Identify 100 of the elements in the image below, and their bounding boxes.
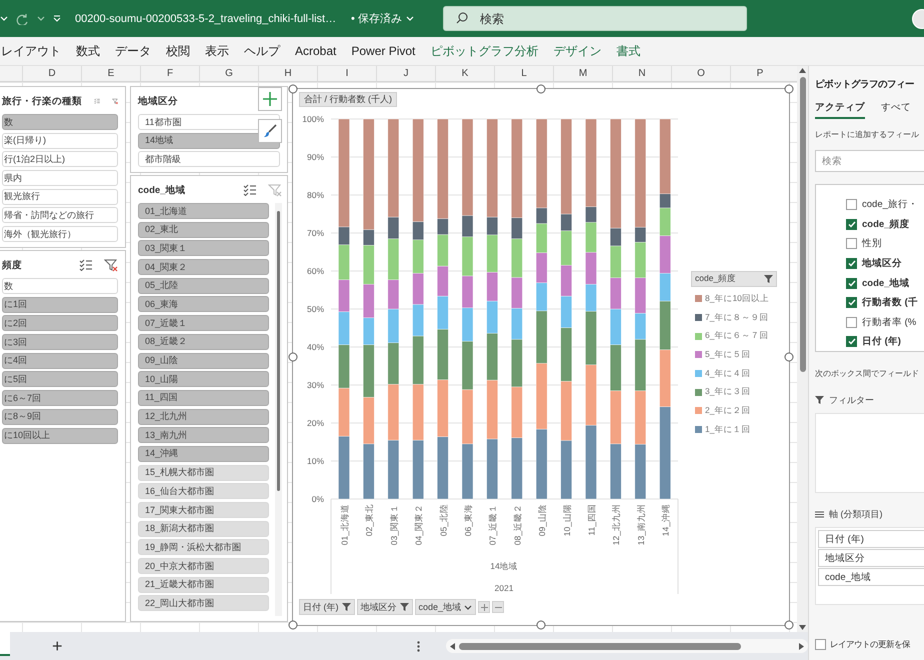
- column-header[interactable]: O: [671, 66, 730, 81]
- column-header[interactable]: L: [494, 66, 553, 81]
- checkbox[interactable]: [846, 297, 857, 308]
- axis-field-button[interactable]: code_地域: [414, 599, 476, 615]
- slicer-item[interactable]: 行(1泊2日以上): [2, 151, 118, 168]
- ribbon-tab[interactable]: 校閲: [166, 42, 190, 60]
- panel-tab[interactable]: アクティブ: [815, 101, 865, 119]
- resize-handle[interactable]: [288, 620, 298, 630]
- expand-field-button[interactable]: [478, 601, 490, 613]
- vertical-scrollbar[interactable]: [797, 66, 808, 632]
- resize-handle[interactable]: [288, 84, 298, 94]
- checkbox[interactable]: [846, 238, 857, 250]
- slicer-item[interactable]: 16_仙台大都市圏: [138, 483, 269, 500]
- column-header[interactable]: M: [553, 66, 612, 81]
- slicer-item[interactable]: 楽(日帰り): [2, 132, 118, 149]
- column-header[interactable]: E: [81, 66, 140, 81]
- slicer-item[interactable]: 21_近畿大都市圏: [138, 576, 269, 593]
- axis-field-item[interactable]: 地域区分: [818, 549, 924, 567]
- checkbox[interactable]: [815, 639, 826, 650]
- column-header[interactable]: D: [22, 66, 81, 81]
- resize-handle[interactable]: [288, 352, 298, 362]
- slicer-item[interactable]: 帰省・訪問などの旅行: [2, 207, 118, 224]
- axis-field-item[interactable]: 日付 (年): [818, 530, 924, 548]
- slicer-item[interactable]: 04_関東２: [138, 259, 269, 276]
- checkbox[interactable]: [846, 278, 857, 289]
- search-field[interactable]: 検索: [443, 6, 747, 31]
- more-options-icon[interactable]: [416, 640, 420, 652]
- column-header[interactable]: G: [199, 66, 258, 81]
- sheet-tab[interactable]: [0, 632, 10, 656]
- chart-elements-button[interactable]: [258, 87, 282, 111]
- axis-field-item[interactable]: code_地域: [818, 568, 924, 586]
- ribbon-tab[interactable]: デザイン: [553, 42, 602, 60]
- multi-select-icon[interactable]: [243, 184, 256, 196]
- slicer-item[interactable]: 03_関東１: [138, 240, 269, 256]
- slicer-item[interactable]: 数: [2, 114, 118, 130]
- slicer-item[interactable]: 海外（観光旅行）: [2, 226, 118, 242]
- horizontal-scrollbar[interactable]: [446, 639, 808, 653]
- resize-handle[interactable]: [536, 84, 546, 94]
- checkbox[interactable]: [846, 336, 857, 348]
- slicer-item[interactable]: 09_山陰: [138, 352, 269, 368]
- slicer-item[interactable]: 都市階級: [138, 151, 280, 167]
- panel-tab[interactable]: すべて: [881, 101, 911, 119]
- chart-styles-button[interactable]: [258, 119, 282, 143]
- slicer-item[interactable]: 15_札幌大都市圏: [138, 464, 269, 481]
- column-header[interactable]: I: [317, 66, 376, 81]
- ribbon-tab[interactable]: 表示: [205, 42, 229, 60]
- resize-handle[interactable]: [784, 84, 794, 94]
- slicer-item[interactable]: に8～9回: [2, 408, 118, 425]
- ribbon-tab[interactable]: レイアウト: [1, 42, 61, 60]
- slicer-item[interactable]: 17_関東大都市圏: [138, 502, 269, 518]
- column-header[interactable]: H: [258, 66, 317, 81]
- slicer-item[interactable]: に10回以上: [2, 428, 118, 444]
- resize-handle[interactable]: [784, 352, 794, 362]
- slicer-item[interactable]: 19_静岡・浜松大都市圏: [138, 539, 269, 556]
- checkbox[interactable]: [846, 316, 857, 328]
- slicer-item[interactable]: 01_北海道: [138, 203, 269, 219]
- slicer-item[interactable]: 18_新潟大都市圏: [138, 520, 269, 537]
- slicer-item[interactable]: に6～7回: [2, 390, 118, 406]
- ribbon-tab[interactable]: 書式: [616, 42, 640, 60]
- column-header[interactable]: F: [140, 66, 199, 81]
- column-header[interactable]: K: [435, 66, 494, 81]
- axis-field-button[interactable]: 地域区分: [356, 599, 412, 615]
- slicer-item[interactable]: 観光旅行: [2, 188, 118, 205]
- slicer-item[interactable]: 11_四国: [138, 390, 269, 406]
- slicer-item[interactable]: 07_近畿１: [138, 315, 269, 332]
- slicer-item[interactable]: に3回: [2, 334, 118, 350]
- ribbon-tab[interactable]: 数式: [76, 42, 100, 60]
- ribbon-tab[interactable]: ヘルプ: [244, 42, 280, 60]
- redo-icon[interactable]: [16, 12, 29, 24]
- slicer-item[interactable]: に4回: [2, 352, 118, 369]
- ribbon-tab[interactable]: データ: [115, 42, 151, 60]
- customize-toolbar-icon[interactable]: [53, 14, 61, 22]
- clear-filter-icon[interactable]: [104, 258, 118, 272]
- checkbox[interactable]: [846, 258, 857, 270]
- slicer-item[interactable]: 県内: [2, 170, 118, 186]
- ribbon-tab[interactable]: ピボットグラフ分析: [430, 42, 538, 60]
- column-header[interactable]: P: [730, 66, 789, 81]
- slicer-item[interactable]: 05_北陸: [138, 278, 269, 294]
- slicer-item[interactable]: 14_沖縄: [138, 446, 269, 462]
- add-sheet-button[interactable]: +: [48, 636, 67, 656]
- slicer-item[interactable]: 06_東海: [138, 296, 269, 312]
- slicer-item[interactable]: 20_中京大都市圏: [138, 558, 269, 574]
- scrollbar-track[interactable]: [275, 203, 282, 616]
- resize-handle[interactable]: [536, 620, 546, 630]
- slicer-item[interactable]: 10_山陽: [138, 371, 269, 388]
- ribbon-tab[interactable]: Power Pivot: [351, 44, 416, 58]
- field-search-input[interactable]: 検索: [815, 150, 924, 172]
- checkbox[interactable]: [846, 218, 857, 230]
- column-header[interactable]: N: [612, 66, 671, 81]
- slicer-item[interactable]: 02_東北: [138, 222, 269, 238]
- slicer-item[interactable]: 22_岡山大都市圏: [138, 595, 269, 612]
- value-field-button[interactable]: 合計 / 行動者数 (千人): [299, 92, 397, 107]
- slicer-item[interactable]: 数: [2, 278, 118, 294]
- collapse-field-button[interactable]: [492, 601, 504, 613]
- slicer-item[interactable]: 13_南九州: [138, 427, 269, 444]
- multi-select-icon[interactable]: [79, 259, 92, 271]
- slicer-item[interactable]: 08_近畿２: [138, 334, 269, 350]
- checkbox[interactable]: [846, 199, 857, 210]
- axis-field-button[interactable]: 日付 (年): [299, 599, 354, 615]
- slicer-item[interactable]: に5回: [2, 371, 118, 388]
